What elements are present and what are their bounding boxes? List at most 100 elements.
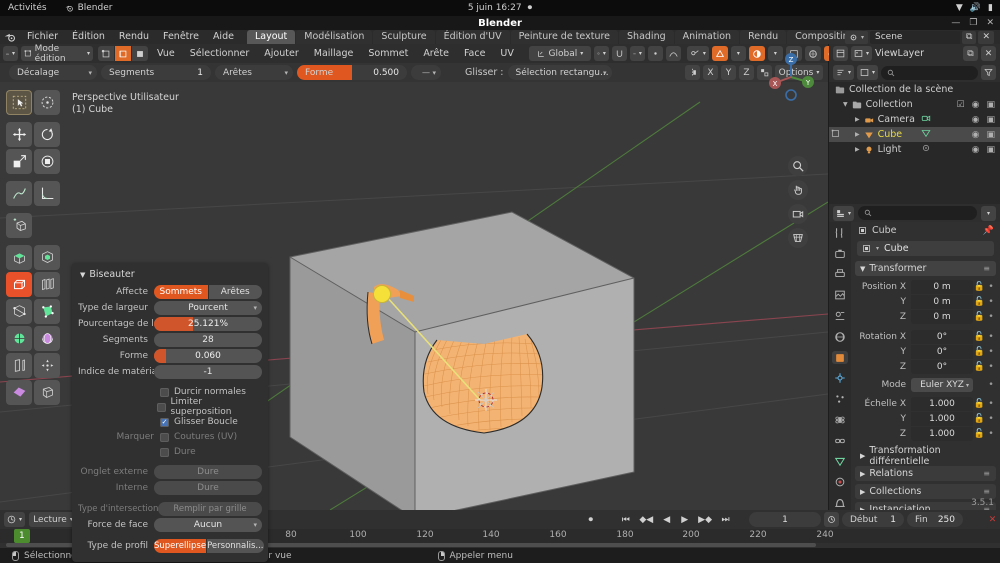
outliner-row-camera[interactable]: ▶ Camera ◉ ▣: [829, 112, 1000, 127]
disclosure-triangle-icon[interactable]: ▶: [855, 146, 860, 153]
eye-icon[interactable]: ◉: [972, 115, 980, 125]
camera-render-icon[interactable]: ▣: [986, 130, 995, 140]
viewport-menu-uv[interactable]: UV: [494, 44, 519, 63]
current-frame-field[interactable]: 1: [749, 512, 821, 527]
menu-aide[interactable]: Aide: [206, 30, 241, 44]
vertex-select-mode-button[interactable]: [98, 46, 114, 61]
tool-loop-cut[interactable]: [34, 272, 60, 297]
tool-spin[interactable]: [6, 326, 32, 351]
tab-physics[interactable]: [832, 413, 848, 427]
panel-drag-handle[interactable]: ≡: [983, 469, 990, 478]
workspace-tab-sculpture[interactable]: Sculpture: [373, 30, 434, 44]
tab-constraints[interactable]: [832, 434, 848, 448]
animate-property-dot[interactable]: •: [986, 282, 996, 292]
outliner-editor-type-icon[interactable]: [833, 46, 848, 61]
viewport-menu-ajouter[interactable]: Ajouter: [258, 44, 304, 63]
eye-icon[interactable]: ◉: [972, 130, 980, 140]
location-y-field[interactable]: 0 m: [911, 295, 973, 309]
properties-search-input[interactable]: [858, 206, 977, 220]
lock-icon[interactable]: 🔓: [973, 297, 986, 307]
redo-panel-header[interactable]: ▼ Biseauter: [78, 267, 262, 285]
close-button[interactable]: ✕: [986, 18, 994, 28]
tab-modifiers[interactable]: [832, 371, 848, 385]
miter-inner-dropdown[interactable]: Dure: [154, 481, 262, 495]
tool-knife[interactable]: [6, 299, 32, 324]
snapping-toggle[interactable]: [612, 46, 627, 61]
location-x-field[interactable]: 0 m: [911, 280, 973, 294]
tab-scene[interactable]: [832, 309, 848, 323]
timeline-playhead[interactable]: 1: [14, 529, 30, 543]
viewport-menu-selectionner[interactable]: Sélectionner: [184, 44, 256, 63]
camera-render-icon[interactable]: ▣: [986, 115, 995, 125]
outliner-search-input[interactable]: [881, 66, 978, 80]
viewport-menu-sommet[interactable]: Sommet: [362, 44, 414, 63]
mark-seams-checkbox[interactable]: [160, 433, 169, 442]
menu-edition[interactable]: Édition: [65, 30, 112, 44]
tool-bevel[interactable]: [6, 272, 32, 297]
scale-y-field[interactable]: 1.000: [911, 412, 973, 426]
tab-object-data[interactable]: [832, 455, 848, 469]
segments-field[interactable]: 28: [154, 333, 262, 347]
tab-view-layer[interactable]: [832, 288, 848, 302]
jump-to-end-button[interactable]: ⏭: [718, 512, 733, 527]
tab-texture[interactable]: [832, 496, 848, 510]
menu-fichier[interactable]: Fichier: [20, 30, 65, 44]
rotation-mode-dropdown[interactable]: Euler XYZ ▾: [911, 378, 973, 392]
camera-render-icon[interactable]: ▣: [986, 145, 995, 155]
tool-rotate[interactable]: [34, 122, 60, 147]
panel-drag-handle[interactable]: ≡: [983, 264, 990, 273]
bevel-offset-type-dropdown[interactable]: Décalage ▾: [9, 65, 97, 80]
edge-select-mode-button[interactable]: [115, 46, 131, 61]
camera-render-icon[interactable]: ▣: [986, 100, 995, 110]
battery-icon[interactable]: ▮: [988, 3, 993, 13]
tool-scale[interactable]: [6, 149, 32, 174]
profile-option-custom[interactable]: Personnalis...: [207, 539, 263, 553]
tool-inset-faces[interactable]: [34, 245, 60, 270]
scale-x-field[interactable]: 1.000: [911, 397, 973, 411]
remove-scene-icon[interactable]: ✕: [978, 31, 994, 44]
maximize-button[interactable]: ❐: [969, 18, 977, 28]
animate-property-dot[interactable]: •: [986, 399, 996, 409]
animate-property-dot[interactable]: •: [986, 429, 996, 439]
use-preview-range-icon[interactable]: [824, 512, 839, 527]
rotation-z-field[interactable]: 0°: [911, 360, 973, 374]
lock-icon[interactable]: 🔓: [973, 312, 986, 322]
tool-edge-slide[interactable]: [6, 353, 32, 378]
tab-material[interactable]: [832, 475, 848, 489]
tool-move[interactable]: [6, 122, 32, 147]
outliner-filter-icon[interactable]: [981, 65, 996, 80]
jump-to-start-button[interactable]: ⏮: [618, 512, 633, 527]
viewport-perspective-ortho-icon[interactable]: [788, 228, 808, 248]
auto-keying-toggle[interactable]: ⏺: [583, 512, 598, 527]
next-keyframe-button[interactable]: ▶◆: [695, 512, 715, 527]
viewport-gizmos-dropdown[interactable]: ▾: [687, 46, 709, 61]
scene-browse-icon[interactable]: ▾: [845, 31, 868, 44]
tab-output[interactable]: [832, 268, 848, 282]
eye-icon[interactable]: ◉: [972, 145, 980, 155]
scene-name-field[interactable]: Scene: [870, 31, 960, 44]
mirror-z-toggle[interactable]: Z: [739, 65, 754, 80]
intersection-dropdown[interactable]: Remplir par grille: [158, 502, 262, 516]
outliner-row-collection[interactable]: ▼ Collection ☑ ◉ ▣: [829, 97, 1000, 112]
tool-transform[interactable]: [34, 149, 60, 174]
outliner-display-mode-dropdown[interactable]: ▾: [851, 46, 872, 61]
bevel-profile-preset-dropdown[interactable]: —▾: [411, 65, 441, 80]
viewport-menu-maillage[interactable]: Maillage: [308, 44, 360, 63]
lock-icon[interactable]: 🔓: [973, 347, 986, 357]
outliner-id-type-dropdown[interactable]: ▾: [857, 65, 878, 80]
face-select-mode-button[interactable]: [132, 46, 148, 61]
outliner-row-scene-collection[interactable]: Collection de la scène: [829, 82, 1000, 97]
tool-rip-region[interactable]: [6, 380, 32, 405]
delta-transform-panel-header[interactable]: ▶ Transformation différentielle: [855, 448, 996, 463]
workspace-tab-layout[interactable]: Layout: [247, 30, 295, 44]
play-button[interactable]: ▶: [677, 512, 692, 527]
affect-option-sommets[interactable]: Sommets: [154, 285, 208, 299]
shape-slider[interactable]: 0.060: [154, 349, 262, 363]
tool-annotate[interactable]: [6, 181, 32, 206]
desktop-clock[interactable]: 5 juin 16:27: [468, 3, 522, 13]
viewlayer-name[interactable]: ViewLayer: [875, 48, 924, 59]
lock-icon[interactable]: 🔓: [973, 414, 986, 424]
viewport-menu-face[interactable]: Face: [458, 44, 491, 63]
timeline-editor-type-icon[interactable]: ▾: [4, 512, 25, 527]
tab-render[interactable]: [832, 247, 848, 261]
